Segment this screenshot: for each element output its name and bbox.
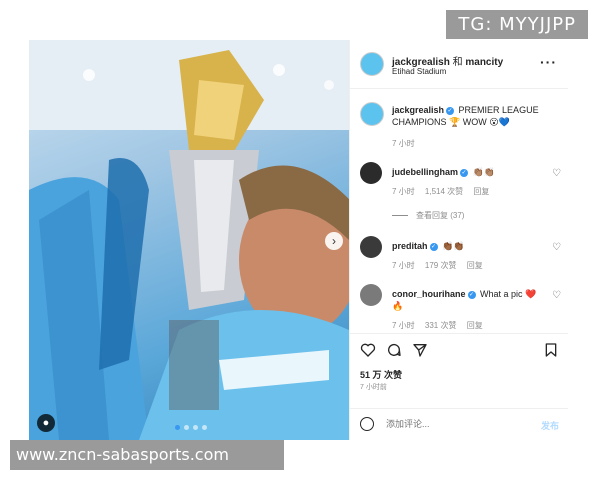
header-collab-username[interactable]: mancity (465, 57, 503, 68)
comment-username[interactable]: conor_hourihane (392, 289, 466, 299)
reply-button[interactable]: 回复 (467, 261, 483, 270)
divider (392, 215, 408, 217)
avatar[interactable] (360, 236, 382, 258)
heart-icon[interactable] (360, 342, 376, 358)
avatar[interactable] (360, 52, 384, 76)
post-sidebar: jackgrealish 和 mancity Etihad Stadium ··… (349, 40, 568, 440)
avatar[interactable] (360, 102, 384, 126)
post-comment-button[interactable]: 发布 (541, 419, 559, 432)
avatar[interactable] (360, 284, 382, 306)
header-usernames: jackgrealish 和 mancity (392, 53, 503, 68)
carousel-dots (175, 425, 207, 430)
verified-icon: ✓ (467, 290, 476, 299)
comment-text: judebellingham ✓ 👏🏽👏🏽 (392, 166, 542, 178)
watermark-bottom: www.zncn-sabasports.com (10, 440, 284, 470)
comment-meta: 7 小时 331 次赞 回复 (392, 320, 491, 331)
carousel-dot (193, 425, 198, 430)
reply-button[interactable]: 回复 (467, 321, 483, 330)
comment-body: 👏🏽👏🏽 (472, 167, 495, 177)
add-comment-bar: 发布 (350, 408, 568, 440)
user-tag-icon[interactable]: ● (37, 414, 55, 432)
comment-time: 7 小时 (392, 187, 415, 196)
reply-button[interactable]: 回复 (473, 187, 489, 196)
comment-icon[interactable] (386, 342, 402, 358)
comment-username[interactable]: judebellingham (392, 167, 458, 177)
post-photo[interactable]: › ● (29, 40, 349, 440)
comment-username[interactable]: preditah (392, 241, 428, 251)
comment-time: 7 小时 (392, 261, 415, 270)
comment-likes[interactable]: 1,514 次赞 (425, 187, 463, 196)
emoji-icon[interactable] (360, 417, 374, 431)
verified-icon: ✓ (446, 106, 455, 115)
photo-illustration (29, 40, 349, 440)
share-icon[interactable] (412, 342, 428, 358)
comment-text: preditah ✓ 👏🏾👏🏾 (392, 240, 542, 252)
comment-meta: 7 小时 1,514 次赞 回复 (392, 186, 497, 197)
comment-body: 👏🏾👏🏾 (442, 241, 465, 251)
comment-text: conor_hourihane ✓ What a pic ❤️ 🔥 (392, 288, 542, 312)
action-bar: 51 万 次赞 7 小时前 (350, 333, 568, 394)
more-icon[interactable]: ··· (540, 54, 557, 70)
comment-likes[interactable]: 331 次赞 (425, 321, 457, 330)
header-connector: 和 (452, 57, 463, 68)
watermark-top: TG: MYYJJPP (446, 10, 588, 39)
comment-time: 7 小时 (392, 321, 415, 330)
comment-input[interactable] (386, 415, 516, 433)
chevron-right-icon[interactable]: › (325, 232, 343, 250)
likes-count[interactable]: 51 万 次赞 (360, 368, 402, 381)
carousel-dot (202, 425, 207, 430)
caption-time: 7 小时 (392, 138, 423, 149)
avatar[interactable] (360, 162, 382, 184)
view-replies-label: 查看回复 (37) (416, 211, 465, 220)
instagram-post-card: › ● jackgrealish 和 mancity Etihad Stadiu… (29, 40, 568, 440)
caption-username[interactable]: jackgrealish (392, 105, 444, 115)
comment-meta: 7 小时 179 次赞 回复 (392, 260, 491, 271)
posted-time: 7 小时前 (360, 384, 387, 391)
verified-icon: ✓ (429, 242, 438, 251)
heart-icon[interactable]: ♡ (552, 242, 561, 253)
caption-time-text: 7 小时 (392, 139, 415, 148)
carousel-dot-active (175, 425, 180, 430)
heart-icon[interactable]: ♡ (552, 168, 561, 179)
carousel-dot (184, 425, 189, 430)
location-link[interactable]: Etihad Stadium (392, 67, 446, 76)
view-replies-button[interactable]: 查看回复 (37) (392, 210, 464, 221)
bookmark-icon[interactable] (543, 342, 559, 358)
comment-likes[interactable]: 179 次赞 (425, 261, 457, 270)
post-header: jackgrealish 和 mancity Etihad Stadium ··… (350, 40, 568, 89)
heart-icon[interactable]: ♡ (552, 290, 561, 301)
verified-icon: ✓ (460, 168, 469, 177)
caption-text: jackgrealish ✓ PREMIER LEAGUE CHAMPIONS 🏆… (392, 104, 542, 128)
